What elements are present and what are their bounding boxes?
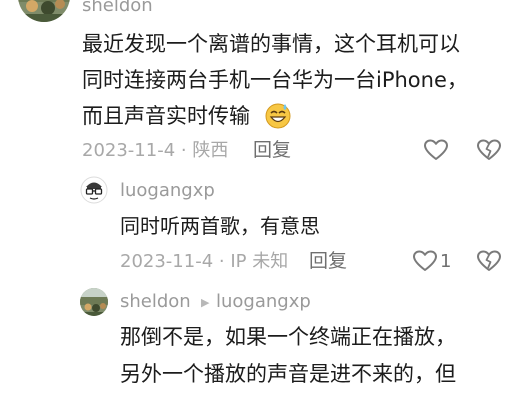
comment-text-line: 最近发现一个离谱的事情，这个耳机可以 [82,32,460,56]
avatar-sheldon[interactable] [80,288,108,316]
comment-text-line: 同时听两首歌，有意思 [120,214,320,238]
avatar-luogangxp[interactable] [80,176,108,204]
like-count: 1 [440,251,452,272]
comment-author[interactable]: luogangxp [120,182,215,200]
grinning-sweat-emoji-icon [264,101,292,129]
comment-author[interactable]: sheldon [120,293,191,311]
comment-text-line: 那倒不是，如果一个终端正在播放， [120,325,456,349]
comment-text-line: 而且声音实时传输 [82,104,250,128]
reply-to-user[interactable]: luogangxp [216,293,311,311]
reply-button[interactable]: 回复 [309,252,347,271]
comment-author[interactable]: sheldon [82,0,153,15]
heart-icon[interactable] [412,249,438,273]
comment-meta: 2023-11-4 · IP 未知 [120,251,289,272]
reply-button[interactable]: 回复 [253,141,291,160]
avatar-sheldon[interactable] [18,0,70,22]
broken-heart-icon[interactable] [476,249,502,273]
comment-text-line: 另外一个播放的声音是进不来的，但 [120,362,456,386]
broken-heart-icon[interactable] [476,138,502,162]
comment-text-line: 同时连接两台手机一台华为一台iPhone， [82,68,468,92]
reply-arrow-icon: ▶ [201,296,210,309]
heart-icon[interactable] [423,138,449,162]
comment-meta: 2023-11-4 · 陕西 [82,140,229,161]
